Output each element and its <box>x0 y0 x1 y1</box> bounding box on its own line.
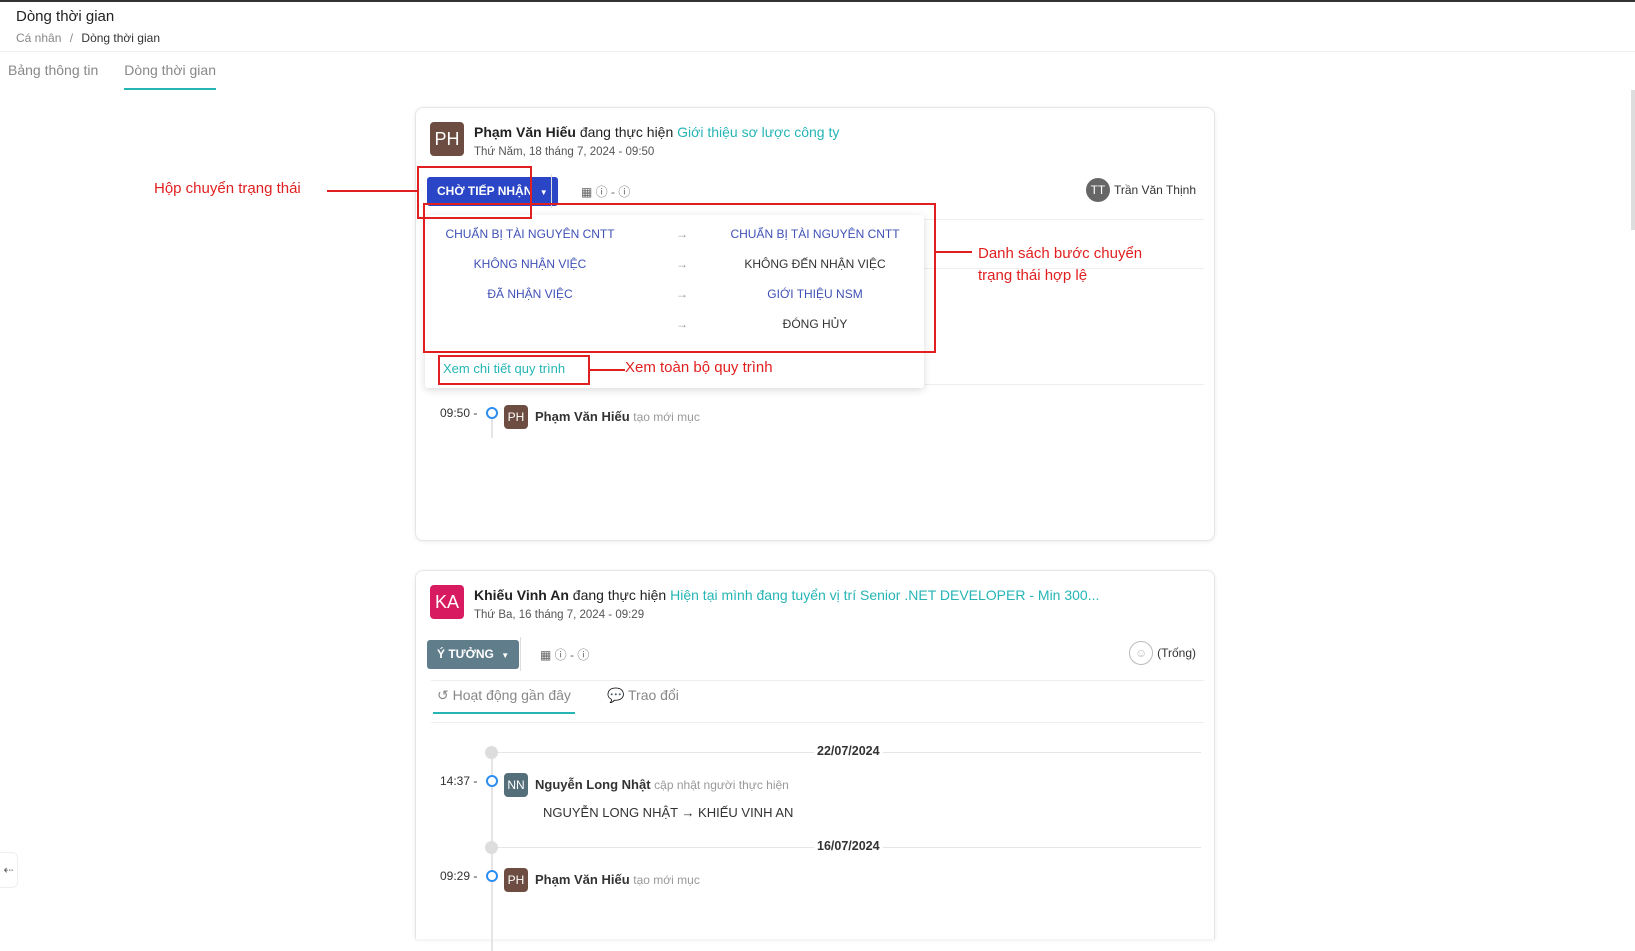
status-label: Ý TƯỞNG <box>437 647 494 661</box>
annotation-transition-line1: Danh sách bước chuyển <box>978 245 1143 262</box>
assignee-name: Trần Văn Thịnh <box>1113 183 1196 197</box>
deadline-info[interactable]: ▦ ⓘ - ⓘ <box>581 183 630 200</box>
breadcrumb: Cá nhân / Dòng thời gian <box>16 31 160 45</box>
assignee-avatar: TT <box>1085 178 1110 202</box>
timeline-entry: Phạm Văn Hiếu tạo mới mục <box>535 409 700 424</box>
verb-text: đang thực hiện <box>572 587 667 603</box>
annotation-transition-list: Danh sách bước chuyển trạng thái hợp lệ <box>978 243 1142 287</box>
task-link[interactable]: Giới thiệu sơ lược công ty <box>677 124 839 140</box>
timeline-date-dot <box>485 746 498 759</box>
caret-down-icon: ▼ <box>539 188 548 197</box>
card-date: Thứ Năm, 18 tháng 7, 2024 - 09:50 <box>474 146 655 158</box>
card-date: Thứ Ba, 16 tháng 7, 2024 - 09:29 <box>474 609 645 621</box>
user-placeholder-icon: ☺ <box>1129 641 1154 665</box>
timeline-avatar: PH <box>504 868 528 892</box>
scrollbar[interactable] <box>1631 90 1635 230</box>
timeline-dot <box>486 775 498 787</box>
annotation-box-detail <box>438 355 590 385</box>
timeline-entry: Phạm Văn Hiếu tạo mới mục <box>535 872 700 887</box>
avatar: KA <box>430 585 464 619</box>
card-title: Khiếu Vinh An đang thực hiện Hiện tại mì… <box>474 587 1099 603</box>
tab-dashboard[interactable]: Bảng thông tin <box>8 62 98 90</box>
timeline-action: cập nhật người thực hiện <box>654 778 789 792</box>
assignee-name: (Trống) <box>1157 646 1196 660</box>
activity-tabs: ↺ Hoạt động gần đây 💬 Trao đổi <box>433 687 683 714</box>
timeline-time: 14:37 - <box>440 774 478 788</box>
tab-discussion[interactable]: 💬 Trao đổi <box>603 687 683 714</box>
assignee[interactable]: TT Trần Văn Thịnh <box>1085 178 1196 202</box>
timeline-date: 16/07/2024 <box>814 839 883 853</box>
row-divider <box>431 680 1204 681</box>
annotation-line-detail <box>590 369 625 371</box>
breadcrumb-separator: / <box>69 31 74 45</box>
annotation-process-view: Xem toàn bộ quy trình <box>625 359 773 376</box>
annotation-line-transitions <box>936 251 972 253</box>
status-dropdown-button[interactable]: Ý TƯỞNG ▼ <box>427 640 520 669</box>
timeline-dot <box>486 870 498 882</box>
avatar: PH <box>430 122 464 156</box>
card-title: Phạm Văn Hiếu đang thực hiện Giới thiệu … <box>474 124 839 140</box>
timeline-action: tạo mới mục <box>633 410 700 424</box>
vertical-divider <box>520 637 521 671</box>
page-title: Dòng thời gian <box>16 8 115 25</box>
timeline-entry: Nguyễn Long Nhật cập nhật người thực hiệ… <box>535 777 789 792</box>
timeline-date-dot <box>485 841 498 854</box>
annotation-line-status <box>327 190 417 192</box>
timeline-actor: Nguyễn Long Nhật <box>535 777 651 792</box>
top-border <box>0 0 1635 2</box>
deadline-info[interactable]: ▦ ⓘ - ⓘ <box>540 646 589 663</box>
timeline-date: 22/07/2024 <box>814 744 883 758</box>
row-divider <box>431 722 1204 723</box>
timeline-time: 09:29 - <box>440 869 478 883</box>
main-tabs: Bảng thông tin Dòng thời gian <box>8 62 216 90</box>
breadcrumb-current: Dòng thời gian <box>81 31 160 45</box>
header-divider <box>0 51 1635 52</box>
page-header: Dòng thời gian Cá nhân / Dòng thời gian <box>16 8 160 45</box>
tab-recent-activity[interactable]: ↺ Hoạt động gần đây <box>433 687 575 714</box>
timeline-avatar: NN <box>504 773 528 797</box>
actor-name: Khiếu Vinh An <box>474 587 569 603</box>
caret-down-icon: ▼ <box>501 651 510 660</box>
annotation-status-box: Hộp chuyển trạng thái <box>154 180 301 197</box>
timeline-action: tạo mới mục <box>633 873 700 887</box>
timeline-actor: Phạm Văn Hiếu <box>535 872 630 887</box>
timeline-change: NGUYỄN LONG NHẬT → KHIẾU VINH AN <box>543 805 794 820</box>
collapse-arrow-icon[interactable]: ⇠ <box>0 852 18 888</box>
assignee[interactable]: ☺ (Trống) <box>1129 641 1196 665</box>
breadcrumb-root[interactable]: Cá nhân <box>16 31 61 45</box>
annotation-transition-line2: trạng thái hợp lệ <box>978 267 1088 284</box>
timeline-card: KA Khiếu Vinh An đang thực hiện Hiện tại… <box>415 570 1215 951</box>
task-link[interactable]: Hiện tại mình đang tuyển vị trí Senior .… <box>670 587 1099 603</box>
verb-text: đang thực hiện <box>579 124 674 140</box>
timeline-dot <box>486 407 498 419</box>
timeline-line <box>491 418 493 438</box>
tab-timeline[interactable]: Dòng thời gian <box>124 62 216 90</box>
timeline-actor: Phạm Văn Hiếu <box>535 409 630 424</box>
timeline-time: 09:50 - <box>440 406 478 420</box>
actor-name: Phạm Văn Hiếu <box>474 124 576 140</box>
annotation-box-transitions <box>423 203 936 353</box>
timeline-avatar: PH <box>504 405 528 429</box>
